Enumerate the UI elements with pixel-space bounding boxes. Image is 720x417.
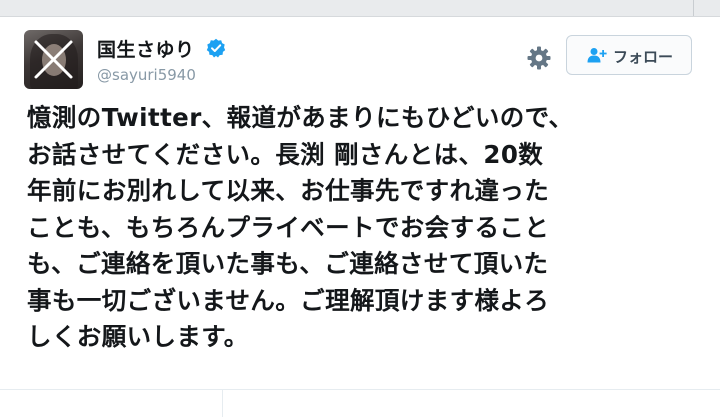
user-handle[interactable]: @sayuri5940: [97, 66, 196, 84]
gear-icon[interactable]: [526, 45, 552, 71]
footer-column-divider: [222, 390, 223, 417]
display-name[interactable]: 国生さゆり: [97, 35, 195, 62]
browser-top-strip: [0, 0, 720, 17]
avatar[interactable]: [24, 30, 83, 89]
tweet-text-line: お話させてください。長渕 剛さんとは、20数: [27, 139, 544, 169]
tweet-text: 憶測のTwitter、報道があまりにもひどいので、 お話させてください。長渕 剛…: [27, 100, 711, 356]
strip-divider: [693, 0, 694, 16]
footer-divider: [0, 389, 720, 390]
tweet-text-line: 事も一切ございません。ご理解頂けます様よろ: [27, 285, 550, 315]
add-user-icon: [587, 48, 607, 63]
follow-button[interactable]: フォロー: [566, 35, 692, 75]
tweet-text-line: ことも、もちろんプライベートでお会すること: [27, 212, 550, 242]
avatar-cross-icon: [34, 40, 73, 79]
follow-label: フォロー: [613, 48, 674, 66]
tweet-text-line: 憶測のTwitter、報道があまりにもひどいので、: [27, 103, 574, 132]
tweet-text-line: 年前にお別れして以来、お仕事先ですれ違った: [27, 176, 550, 205]
verified-check-icon: [206, 38, 226, 58]
tweet-text-line: も、ご連絡を頂いた事も、ご連絡させて頂いた: [27, 249, 549, 278]
tweet-text-line: しくお願いします。: [27, 322, 249, 351]
